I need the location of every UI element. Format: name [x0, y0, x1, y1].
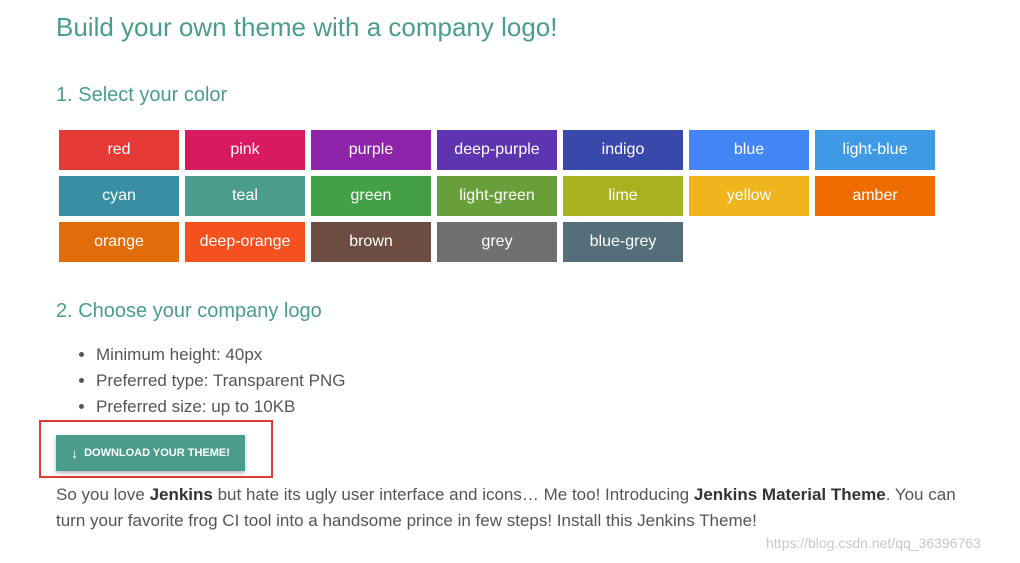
color-swatch-purple[interactable]: purple	[311, 130, 431, 170]
intro-paragraph: So you love Jenkins but hate its ugly us…	[56, 482, 956, 534]
color-swatch-blue[interactable]: blue	[689, 130, 809, 170]
color-swatch-grey[interactable]: grey	[437, 222, 557, 262]
requirement-item: Minimum height: 40px	[96, 342, 345, 368]
color-swatch-teal[interactable]: teal	[185, 176, 305, 216]
color-swatch-cyan[interactable]: cyan	[59, 176, 179, 216]
theme-name-bold: Jenkins Material Theme	[693, 485, 886, 504]
color-swatch-green[interactable]: green	[311, 176, 431, 216]
intro-text: but hate its ugly user interface and ico…	[212, 485, 694, 504]
color-swatch-blue-grey[interactable]: blue-grey	[563, 222, 683, 262]
logo-requirements-list: Minimum height: 40px Preferred type: Tra…	[56, 342, 345, 420]
arrow-down-icon: ↓	[71, 445, 79, 461]
color-swatch-deep-purple[interactable]: deep-purple	[437, 130, 557, 170]
color-swatch-lime[interactable]: lime	[563, 176, 683, 216]
requirement-item: Preferred type: Transparent PNG	[96, 368, 345, 394]
color-swatch-orange[interactable]: orange	[59, 222, 179, 262]
download-theme-button[interactable]: ↓ DOWNLOAD YOUR THEME!	[56, 435, 245, 471]
color-swatch-light-green[interactable]: light-green	[437, 176, 557, 216]
color-swatch-yellow[interactable]: yellow	[689, 176, 809, 216]
color-swatch-indigo[interactable]: indigo	[563, 130, 683, 170]
page-title: Build your own theme with a company logo…	[56, 12, 558, 42]
jenkins-bold: Jenkins	[149, 485, 213, 504]
color-swatch-brown[interactable]: brown	[311, 222, 431, 262]
color-swatch-deep-orange[interactable]: deep-orange	[185, 222, 305, 262]
color-swatch-pink[interactable]: pink	[185, 130, 305, 170]
step1-heading: 1. Select your color	[56, 84, 228, 106]
download-button-label: DOWNLOAD YOUR THEME!	[84, 447, 230, 459]
color-swatch-light-blue[interactable]: light-blue	[815, 130, 935, 170]
color-swatch-red[interactable]: red	[59, 130, 179, 170]
intro-text: So you love	[56, 485, 150, 504]
watermark: https://blog.csdn.net/qq_36396763	[766, 535, 981, 551]
requirement-item: Preferred size: up to 10KB	[96, 394, 345, 420]
step2-heading: 2. Choose your company logo	[56, 300, 322, 322]
color-swatch-amber[interactable]: amber	[815, 176, 935, 216]
